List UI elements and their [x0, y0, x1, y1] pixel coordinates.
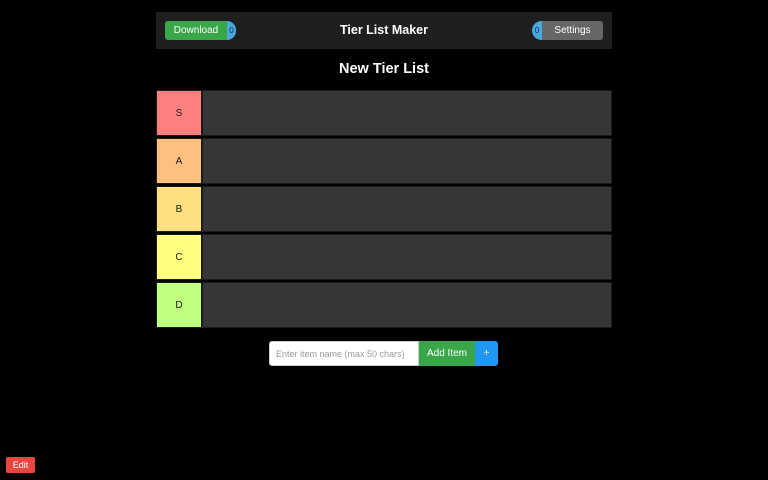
tier-dropzone-a[interactable]	[202, 138, 612, 184]
download-badge[interactable]: 0	[227, 21, 236, 40]
tier-row-b: B	[156, 186, 612, 232]
item-name-input[interactable]	[269, 341, 419, 366]
tier-label-c[interactable]: C	[156, 234, 202, 280]
tier-row-s: S	[156, 90, 612, 136]
tier-rows: S A B C D	[156, 90, 612, 330]
tier-row-c: C	[156, 234, 612, 280]
add-item-bar: Add Item +	[269, 341, 498, 366]
plus-button[interactable]: +	[475, 341, 498, 366]
tier-row-d: D	[156, 282, 612, 328]
download-button[interactable]: Download	[165, 21, 227, 40]
tier-dropzone-b[interactable]	[202, 186, 612, 232]
tier-list-page: Download 0 Tier List Maker 0 Settings Ne…	[0, 0, 768, 480]
tier-dropzone-s[interactable]	[202, 90, 612, 136]
tier-dropzone-c[interactable]	[202, 234, 612, 280]
tier-row-a: A	[156, 138, 612, 184]
settings-badge[interactable]: 0	[532, 21, 542, 40]
top-bar: Download 0 Tier List Maker 0 Settings	[156, 12, 612, 49]
tier-label-d[interactable]: D	[156, 282, 202, 328]
edit-button[interactable]: Edit	[6, 457, 35, 473]
tier-label-s[interactable]: S	[156, 90, 202, 136]
tier-label-a[interactable]: A	[156, 138, 202, 184]
tier-label-b[interactable]: B	[156, 186, 202, 232]
settings-button[interactable]: Settings	[542, 21, 603, 40]
tier-list-title[interactable]: New Tier List	[156, 58, 612, 80]
add-item-button[interactable]: Add Item	[419, 341, 475, 366]
tier-dropzone-d[interactable]	[202, 282, 612, 328]
